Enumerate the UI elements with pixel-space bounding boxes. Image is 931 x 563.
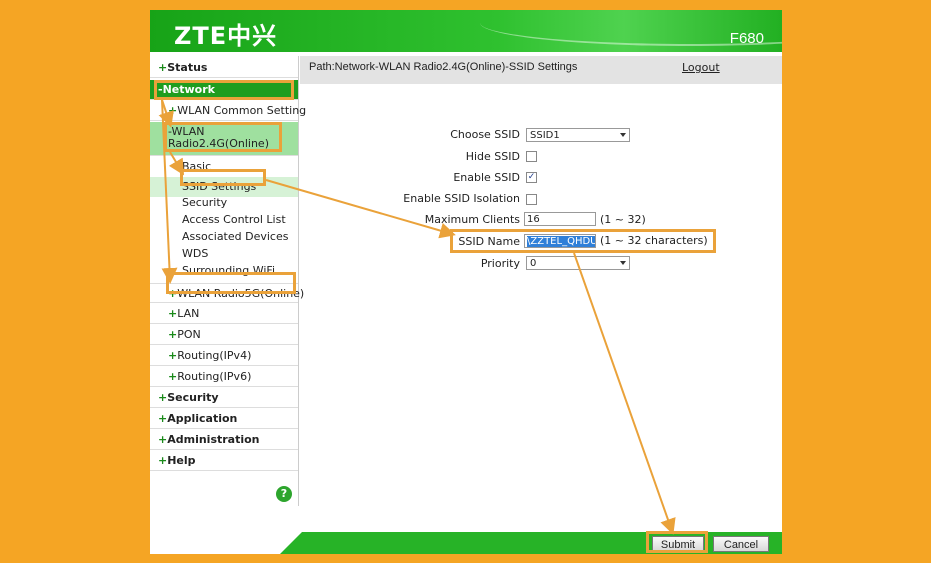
nav-label: PON: [177, 328, 201, 341]
nav-routing-ipv4[interactable]: +Routing(IPv4): [150, 346, 298, 366]
nav-label: Security: [182, 196, 228, 209]
ssid-isolation-checkbox[interactable]: [526, 194, 537, 205]
ssid-isolation-label: Enable SSID Isolation: [403, 192, 520, 205]
expand-icon: +: [168, 349, 178, 362]
hide-ssid-checkbox[interactable]: [526, 151, 537, 162]
highlight-wlan-24g: [164, 122, 282, 152]
zte-logo: ZTE中兴: [174, 22, 278, 50]
nav-label: Status: [167, 61, 208, 74]
cancel-button[interactable]: Cancel: [713, 536, 769, 552]
nav-help[interactable]: +Help: [150, 451, 298, 471]
expand-icon: +: [158, 391, 168, 404]
expand-icon: +: [168, 370, 178, 383]
nav-label: Administration: [167, 433, 260, 446]
enable-ssid-label: Enable SSID: [453, 171, 520, 184]
highlight-network: [154, 80, 294, 100]
expand-icon: +: [158, 61, 168, 74]
footer-slant: [280, 532, 302, 554]
nav-pon[interactable]: +PON: [150, 325, 298, 345]
logout-link[interactable]: Logout: [682, 61, 720, 74]
expand-icon: +: [158, 412, 168, 425]
nav-lan[interactable]: +LAN: [150, 304, 298, 324]
expand-icon: +: [158, 433, 168, 446]
max-clients-hint: (1 ~ 32): [600, 213, 646, 226]
header-banner: ZTE中兴 F680: [150, 10, 782, 52]
nav-label: Routing(IPv6): [177, 370, 252, 383]
help-icon[interactable]: ?: [276, 486, 292, 502]
nav-administration[interactable]: +Administration: [150, 430, 298, 450]
highlight-wlan-5g: [166, 272, 296, 294]
nav-wlan-common-setting[interactable]: +WLAN Common Setting: [150, 101, 306, 121]
nav-security[interactable]: +Security: [150, 388, 298, 408]
nav-label: Associated Devices: [182, 230, 289, 243]
enable-ssid-checkbox[interactable]: ✓: [526, 172, 537, 183]
breadcrumb: Path:Network-WLAN Radio2.4G(Online)-SSID…: [300, 56, 782, 84]
nav-label: Application: [167, 412, 238, 425]
nav-label: Access Control List: [182, 213, 286, 226]
expand-icon: +: [158, 454, 168, 467]
expand-icon: +: [168, 307, 178, 320]
model-name: F680: [729, 30, 764, 47]
breadcrumb-path: Path:Network-WLAN Radio2.4G(Online)-SSID…: [309, 61, 578, 73]
chevron-down-icon: [620, 133, 626, 137]
highlight-ssid-settings: [180, 169, 266, 186]
nav-routing-ipv6[interactable]: +Routing(IPv6): [150, 367, 298, 387]
max-clients-label: Maximum Clients: [424, 213, 520, 226]
hide-ssid-label: Hide SSID: [465, 150, 520, 163]
nav-status[interactable]: +Status: [150, 58, 298, 78]
expand-icon: +: [168, 104, 178, 117]
nav-label: WLAN Common Setting: [177, 104, 307, 117]
select-value: 0: [530, 258, 537, 269]
expand-icon: +: [168, 328, 178, 341]
choose-ssid-label: Choose SSID: [450, 128, 520, 141]
highlight-ssid-name: [450, 229, 716, 253]
choose-ssid-select[interactable]: SSID1: [526, 128, 630, 142]
nav-label: Help: [167, 454, 196, 467]
nav-label: Security: [167, 391, 219, 404]
select-value: SSID1: [530, 130, 560, 141]
nav-label: WDS: [182, 247, 209, 260]
nav-label: LAN: [177, 307, 200, 320]
nav-application[interactable]: +Application: [150, 409, 298, 429]
nav-label: Routing(IPv4): [177, 349, 252, 362]
max-clients-input[interactable]: 16: [524, 212, 596, 226]
highlight-submit: [646, 531, 708, 553]
priority-label: Priority: [480, 257, 520, 270]
priority-select[interactable]: 0: [526, 256, 630, 270]
chevron-down-icon: [620, 261, 626, 265]
